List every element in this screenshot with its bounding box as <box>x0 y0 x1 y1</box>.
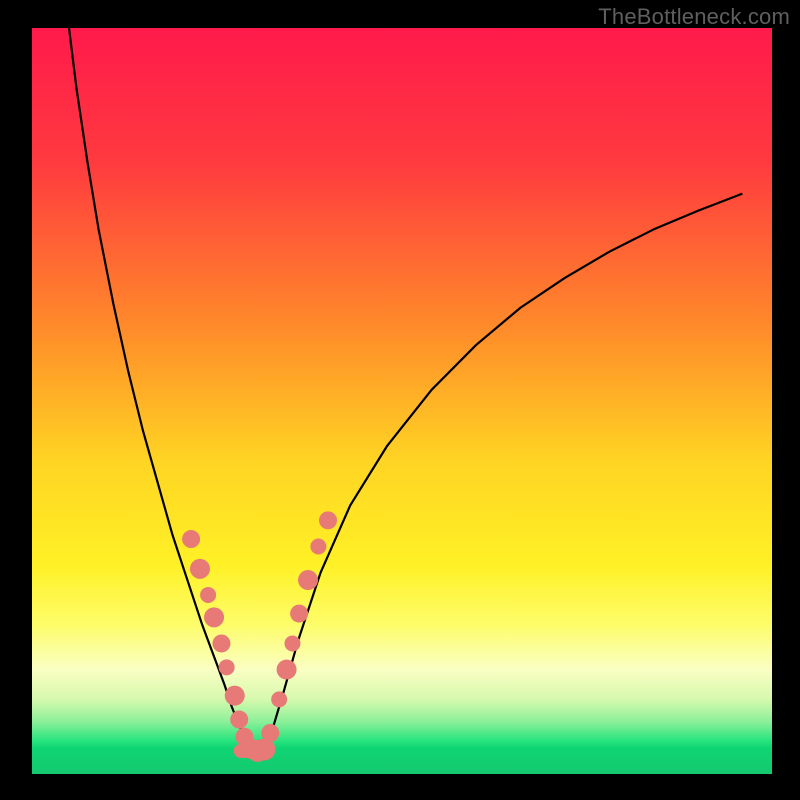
marker-dot <box>290 605 308 623</box>
marker-dot <box>277 660 297 680</box>
bottleneck-chart <box>0 0 800 800</box>
marker-dot <box>284 635 300 651</box>
marker-dot <box>190 559 210 579</box>
marker-dot <box>212 634 230 652</box>
plot-area <box>32 28 772 774</box>
marker-dot <box>319 511 337 529</box>
marker-dot <box>271 691 287 707</box>
marker-dot <box>230 711 248 729</box>
marker-dot <box>200 587 216 603</box>
marker-dot <box>204 607 224 627</box>
marker-dot <box>219 659 235 675</box>
marker-dot <box>182 530 200 548</box>
marker-dot <box>261 724 279 742</box>
marker-dot <box>298 570 318 590</box>
marker-dot <box>310 538 326 554</box>
watermark-text: TheBottleneck.com <box>598 4 790 30</box>
marker-dot <box>225 686 245 706</box>
chart-root: TheBottleneck.com <box>0 0 800 800</box>
gradient-background <box>32 28 772 774</box>
